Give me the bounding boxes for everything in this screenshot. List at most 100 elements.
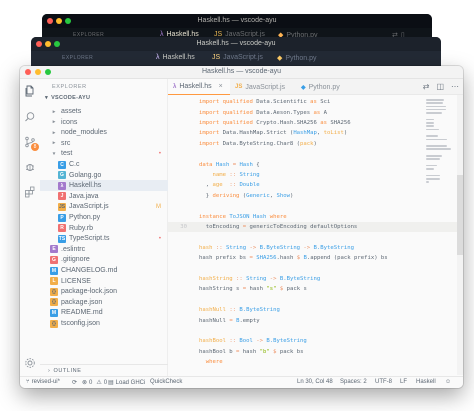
file-item[interactable]: J Java.java bbox=[40, 191, 168, 202]
file-item[interactable]: R Ruby.rb bbox=[40, 223, 168, 234]
file-item[interactable]: λ Haskell.hs bbox=[40, 180, 168, 192]
js-file-icon: JS bbox=[212, 54, 221, 61]
folder-item[interactable]: ▸ assets bbox=[40, 106, 168, 117]
code-line[interactable]: hash :: String -> B.ByteString -> B.Byte… bbox=[168, 243, 458, 253]
file-item[interactable]: E .eslintrc bbox=[40, 244, 168, 255]
code-line[interactable]: import qualified Crypto.Hash.SHA256 as S… bbox=[168, 118, 458, 128]
code-token: $ bbox=[273, 348, 280, 355]
file-item[interactable]: {} package.json bbox=[40, 297, 168, 308]
code-line[interactable]: hashNull = B.empty bbox=[168, 315, 458, 325]
tree-item-label: Golang.go bbox=[69, 171, 102, 179]
hs-file-icon: λ bbox=[58, 181, 66, 190]
tab-haskell[interactable]: λ Haskell.hs × bbox=[168, 79, 230, 95]
tab-haskell[interactable]: λ Haskell.hs bbox=[156, 54, 195, 61]
code-line[interactable]: hashBool :: Bool -> B.ByteString bbox=[168, 336, 458, 346]
code-line[interactable]: hash prefix bs = SHA256.hash $ B.append … bbox=[168, 253, 458, 263]
code-token: Data.HashMap.Strict ( bbox=[222, 130, 294, 137]
code-text: hashString s = hash "s" $ pack s bbox=[199, 286, 307, 292]
ghci-status[interactable]: ▤ Load GHCi bbox=[108, 379, 145, 387]
code-token: SHA256 bbox=[330, 119, 351, 126]
quickcheck-status[interactable]: QuickCheck bbox=[150, 379, 182, 385]
code-line[interactable]: hashBool b = hash "b" $ pack bs bbox=[168, 347, 458, 357]
code-line[interactable]: import Data.ByteString.Char8 (pack) bbox=[168, 139, 458, 149]
sync-status[interactable]: ⟳ bbox=[72, 379, 77, 386]
folder-item[interactable]: ▾ test • bbox=[40, 148, 168, 159]
extensions-icon[interactable] bbox=[24, 186, 36, 198]
minimap[interactable] bbox=[426, 99, 456, 319]
file-item[interactable]: {} package-lock.json bbox=[40, 286, 168, 297]
code-line[interactable] bbox=[168, 149, 458, 159]
search-icon[interactable] bbox=[24, 111, 36, 123]
file-item[interactable]: M CHANGELOG.md bbox=[40, 265, 168, 276]
code-line[interactable]: hashNull :: B.ByteString bbox=[168, 305, 458, 315]
file-item[interactable]: G .gitignore bbox=[40, 254, 168, 265]
code-token: Data.Scientific bbox=[256, 99, 311, 106]
file-item[interactable]: {} tsconfig.json bbox=[40, 318, 168, 329]
vertical-scrollbar[interactable] bbox=[457, 95, 463, 375]
minimap-line bbox=[426, 155, 443, 157]
scrollbar-thumb[interactable] bbox=[457, 175, 463, 255]
file-item[interactable]: M README.md bbox=[40, 307, 168, 318]
tab-javascript[interactable]: JS JavaScript.js bbox=[230, 79, 296, 95]
feedback-icon[interactable]: ☺ bbox=[445, 379, 451, 385]
code-token: = bbox=[242, 223, 250, 230]
language-status[interactable]: Haskell bbox=[416, 379, 436, 385]
code-token: hash bbox=[199, 244, 216, 251]
tab-python[interactable]: ◆ Python.py bbox=[296, 79, 358, 95]
code-line[interactable]: instance ToJSON Hash where bbox=[168, 211, 458, 221]
settings-gear-icon[interactable] bbox=[24, 357, 36, 369]
debug-icon[interactable] bbox=[24, 161, 36, 173]
tab-python[interactable]: ◆ Python.py bbox=[277, 54, 317, 63]
code-editor[interactable]: import qualified Data.Scientific as Sci i… bbox=[168, 95, 463, 376]
code-token: Data.ByteString.Char8 ( bbox=[222, 140, 301, 147]
folder-item[interactable]: ▸ src bbox=[40, 138, 168, 149]
code-line[interactable]: import qualified Data.Aeson.Types as A bbox=[168, 107, 458, 117]
encoding-status[interactable]: UTF-8 bbox=[375, 379, 392, 385]
cursor-position[interactable]: Ln 30, Col 48 bbox=[297, 379, 333, 385]
code-line[interactable]: hashString :: String -> B.ByteString bbox=[168, 274, 458, 284]
code-text: } deriving (Generic, Show) bbox=[199, 192, 294, 199]
problems-status[interactable]: ⊗ 0 ⚠ 0 bbox=[82, 379, 107, 387]
file-item[interactable]: C C.c bbox=[40, 159, 168, 170]
code-line[interactable]: import Data.HashMap.Strict (HashMap, toL… bbox=[168, 128, 458, 138]
code-line[interactable]: where bbox=[168, 357, 458, 367]
code-token: toList bbox=[323, 130, 344, 137]
code-line[interactable]: , age :: Double bbox=[168, 180, 458, 190]
code-line[interactable] bbox=[168, 263, 458, 273]
code-line[interactable]: hashString s = hash "s" $ pack s bbox=[168, 284, 458, 294]
code-line[interactable]: data Hash = Hash { bbox=[168, 159, 458, 169]
outline-section[interactable]: › OUTLINE bbox=[40, 364, 168, 376]
file-item[interactable]: JS JavaScript.js M bbox=[40, 201, 168, 212]
source-control-icon[interactable]: 8 bbox=[24, 136, 39, 151]
sync-icon: ⟳ bbox=[72, 380, 78, 386]
code-line[interactable]: } deriving (Generic, Show) bbox=[168, 191, 458, 201]
files-icon[interactable] bbox=[24, 85, 36, 97]
file-item[interactable]: L LICENSE bbox=[40, 276, 168, 287]
folder-item[interactable]: ▸ icons bbox=[40, 117, 168, 128]
status-bar: ⑂ revised-ui* ⟳ ⊗ 0 ⚠ 0 ▤ Load GHCi QuickChec… bbox=[20, 376, 463, 388]
code-token: HashMap bbox=[293, 130, 317, 137]
project-folder[interactable]: ▾ VSCODE-AYU bbox=[45, 95, 90, 101]
split-editor-icon[interactable]: ◫ bbox=[436, 82, 444, 91]
indentation-status[interactable]: Spaces: 2 bbox=[340, 379, 367, 385]
code-line[interactable] bbox=[168, 326, 458, 336]
code-line[interactable] bbox=[168, 232, 458, 242]
branch-status[interactable]: ⑂ revised-ui* bbox=[26, 379, 60, 385]
code-line[interactable] bbox=[168, 201, 458, 211]
current-code-line[interactable]: 30 toEncoding = genericToEncoding defaul… bbox=[168, 221, 458, 233]
folder-icon: ▾ bbox=[52, 150, 56, 157]
code-line[interactable]: name :: String bbox=[168, 170, 458, 180]
file-item[interactable]: P Python.py bbox=[40, 212, 168, 223]
code-token: } bbox=[199, 192, 213, 199]
file-item[interactable]: TS TypeScript.ts • bbox=[40, 233, 168, 244]
tab-javascript[interactable]: JS JavaScript.js bbox=[212, 54, 263, 61]
code-line[interactable] bbox=[168, 295, 458, 305]
code-line[interactable]: import qualified Data.Scientific as Sci bbox=[168, 97, 458, 107]
file-item[interactable]: G Golang.go bbox=[40, 170, 168, 181]
folder-item[interactable]: ▸ node_modules bbox=[40, 127, 168, 138]
close-icon[interactable]: × bbox=[219, 83, 223, 90]
open-changes-icon[interactable]: ⇄ bbox=[423, 82, 430, 91]
more-actions-icon[interactable]: ⋯ bbox=[451, 82, 459, 91]
eol-status[interactable]: LF bbox=[400, 379, 407, 385]
minimap-line bbox=[426, 125, 435, 127]
